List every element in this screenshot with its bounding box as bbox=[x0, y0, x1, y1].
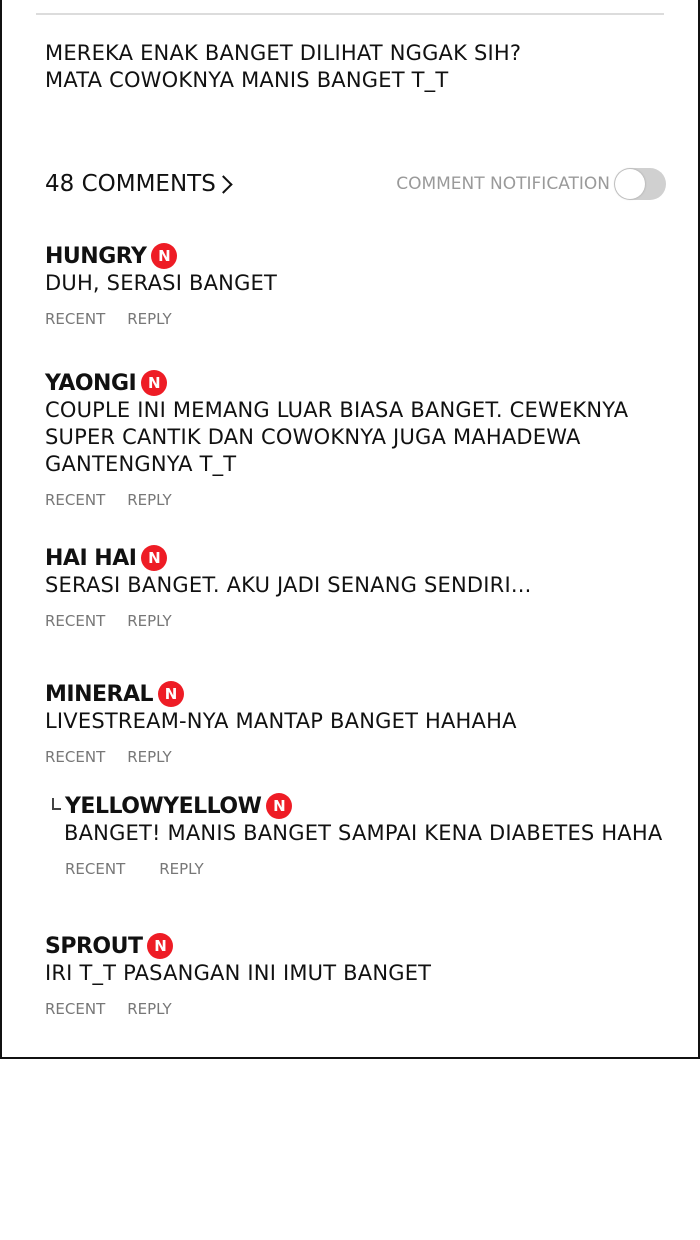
comment-text: IRI T_T PASANGAN INI IMUT BANGET bbox=[45, 961, 432, 985]
comment-text: BANGET! MANIS BANGET SAMPAI KENA DIABETE… bbox=[64, 821, 663, 845]
comment-text: DUH, SERASI BANGET bbox=[45, 271, 278, 295]
comment-text: COUPLE INI MEMANG LUAR BIASA BANGET. CEW… bbox=[45, 398, 629, 422]
reply-indent-icon bbox=[52, 798, 61, 810]
comment-item: HUNGRY N DUH, SERASI BANGET RECENT REPLY bbox=[45, 242, 277, 328]
comment-text: SUPER CANTIK DAN COWOKNYA JUGA MAHADEWA bbox=[45, 425, 581, 449]
comments-panel: MEREKA ENAK BANGET DILIHAT NGGAK SIH? MA… bbox=[0, 0, 700, 1059]
comment-author[interactable]: SPROUT bbox=[45, 934, 143, 959]
caption-line: MEREKA ENAK BANGET DILIHAT NGGAK SIH? bbox=[45, 41, 522, 65]
reply-comment-item: YELLOWYELLOW N BANGET! MANIS BANGET SAMP… bbox=[52, 792, 662, 878]
comment-item: HAI HAI N SERASI BANGET. AKU JADI SENANG… bbox=[45, 544, 531, 630]
new-badge-icon: N bbox=[158, 681, 185, 707]
recent-button[interactable]: RECENT bbox=[45, 612, 105, 630]
caption-line: MATA COWOKNYA MANIS BANGET T_T bbox=[45, 68, 449, 92]
new-badge-icon: N bbox=[141, 545, 168, 571]
comment-item: SPROUT N IRI T_T PASANGAN INI IMUT BANGE… bbox=[45, 932, 431, 1018]
reply-button[interactable]: REPLY bbox=[127, 310, 171, 328]
reply-button[interactable]: REPLY bbox=[127, 748, 171, 766]
chevron-right-icon bbox=[214, 175, 233, 194]
comment-notification-toggle[interactable] bbox=[614, 168, 666, 200]
new-badge-icon: N bbox=[141, 370, 168, 396]
comments-count-link[interactable]: 48 COMMENTS bbox=[45, 169, 233, 199]
comment-text: GANTENGNYA T_T bbox=[45, 452, 237, 476]
comment-author[interactable]: YAONGI bbox=[45, 371, 137, 396]
comment-text: SERASI BANGET. AKU JADI SENANG SENDIRI..… bbox=[45, 573, 532, 597]
comment-notification: COMMENT NOTIFICATION bbox=[396, 168, 666, 200]
comment-author[interactable]: HUNGRY bbox=[45, 244, 147, 269]
comment-notification-label: COMMENT NOTIFICATION bbox=[396, 174, 610, 194]
new-badge-icon: N bbox=[151, 243, 178, 269]
divider bbox=[36, 13, 664, 15]
recent-button[interactable]: RECENT bbox=[45, 748, 105, 766]
comment-author[interactable]: YELLOWYELLOW bbox=[65, 794, 262, 819]
new-badge-icon: N bbox=[266, 793, 293, 819]
reply-button[interactable]: REPLY bbox=[127, 491, 171, 509]
toggle-knob bbox=[615, 169, 645, 199]
comment-author[interactable]: MINERAL bbox=[45, 682, 154, 707]
comment-item: YAONGI N COUPLE INI MEMANG LUAR BIASA BA… bbox=[45, 369, 628, 509]
reply-button[interactable]: REPLY bbox=[127, 1000, 171, 1018]
comment-text: LIVESTREAM-NYA MANTAP BANGET HAHAHA bbox=[45, 709, 517, 733]
recent-button[interactable]: RECENT bbox=[45, 1000, 105, 1018]
comment-author[interactable]: HAI HAI bbox=[45, 546, 137, 571]
comments-count-label: 48 COMMENTS bbox=[45, 171, 216, 197]
recent-button[interactable]: RECENT bbox=[45, 491, 105, 509]
new-badge-icon: N bbox=[147, 933, 174, 959]
reply-button[interactable]: REPLY bbox=[127, 612, 171, 630]
post-caption: MEREKA ENAK BANGET DILIHAT NGGAK SIH? MA… bbox=[45, 40, 521, 94]
recent-button[interactable]: RECENT bbox=[45, 310, 105, 328]
comment-item: MINERAL N LIVESTREAM-NYA MANTAP BANGET H… bbox=[45, 680, 517, 766]
reply-button[interactable]: REPLY bbox=[159, 860, 203, 878]
recent-button[interactable]: RECENT bbox=[65, 860, 125, 878]
